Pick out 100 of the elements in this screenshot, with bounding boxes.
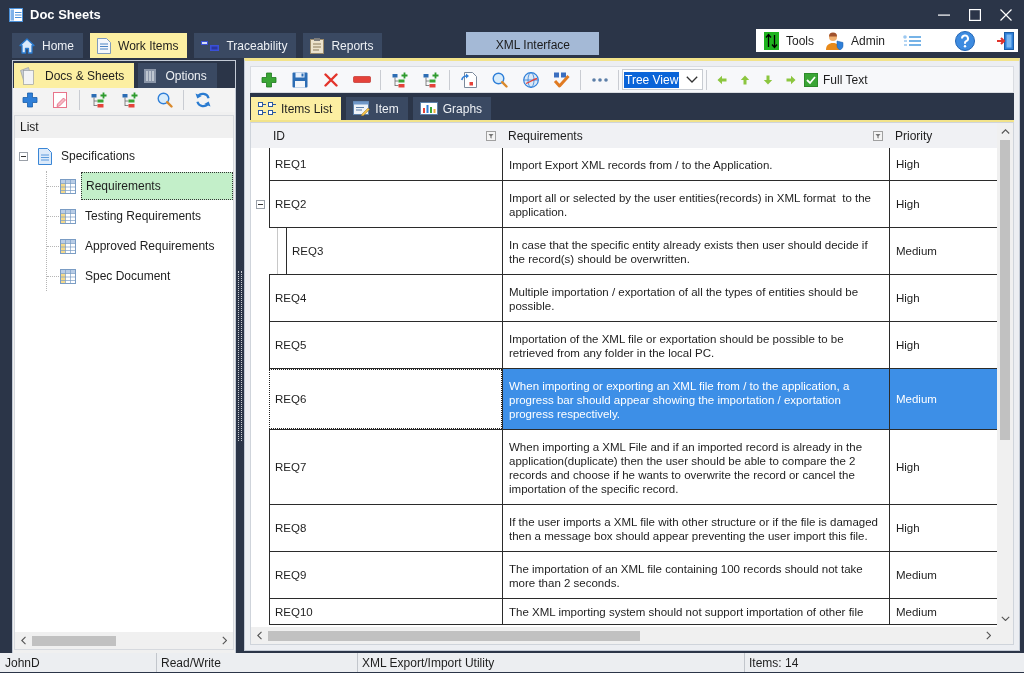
column-header[interactable]: Requirements	[502, 123, 889, 148]
plus-icon	[21, 92, 38, 108]
exit-icon	[997, 31, 1015, 50]
table-cell: If the user imports a XML file with other structure or if the file is damaged then a message box should appear preventing the user import this file.	[502, 505, 889, 552]
arrow-down-icon	[762, 74, 773, 85]
papers-icon	[20, 66, 36, 85]
context-tab-group: XML Interface	[466, 32, 600, 55]
status-text: XML Export/Import Utility	[358, 653, 745, 672]
view-select[interactable]: Tree View	[622, 69, 703, 90]
sort-arrows-icon	[764, 31, 779, 50]
document-icon	[38, 147, 52, 165]
minus-icon	[352, 76, 371, 83]
close-icon	[999, 8, 1012, 21]
table-icon	[60, 208, 76, 224]
list-header: List	[15, 116, 233, 138]
table-icon	[60, 238, 76, 254]
tree-item[interactable]: Requirements	[81, 172, 233, 200]
checkbox[interactable]	[804, 72, 818, 87]
chevron-down-icon	[1000, 616, 1010, 621]
checkbox-label: Full Text	[823, 71, 868, 89]
table-cell: In case that the specific entity already exists then user should decide if the record(s) should be overwritten.	[502, 228, 889, 275]
list-icon	[903, 34, 922, 47]
table-cell: When importing or exporting an XML file from / to the application, a progress bar should appear showing the importation / exportation progress respectively.	[502, 369, 889, 430]
tree-add-icon	[391, 71, 408, 88]
column-header[interactable]: Priority	[889, 123, 997, 148]
chevron-right-icon	[986, 631, 991, 640]
delete-icon	[323, 72, 338, 87]
edit-icon	[53, 92, 68, 108]
tree-item[interactable]: Specifications	[57, 143, 140, 169]
status-text: Items: 14	[748, 654, 800, 672]
tab[interactable]: Reports	[303, 33, 383, 58]
table-cell: Multiple importation / exportation of all the types of entities should be possible.	[502, 275, 889, 322]
table-cell: The importation of an XML file containing 100 records should not take more than 2 seconds.	[502, 552, 889, 599]
search-icon	[491, 71, 508, 88]
globe-icon	[522, 71, 539, 88]
table-cell: REQ10	[269, 599, 502, 624]
tab[interactable]: Work Items	[90, 33, 188, 58]
filter-icon[interactable]	[873, 130, 883, 141]
bar-chart-icon	[419, 102, 438, 115]
splitter-handle[interactable]	[238, 270, 242, 441]
filter-icon[interactable]	[486, 130, 496, 141]
tree-add-icon	[90, 92, 107, 108]
table-cell: Import Export XML records from / to the Application.	[502, 148, 889, 181]
tree-item[interactable]: Approved Requirements	[81, 232, 233, 260]
plus-icon	[260, 71, 277, 88]
arrow-right-icon	[785, 74, 796, 85]
app-icon	[9, 7, 23, 22]
table-icon	[60, 178, 76, 194]
tab[interactable]: Options	[138, 63, 217, 88]
table-cell: REQ7	[269, 430, 502, 504]
clipboard-icon	[310, 37, 325, 54]
tab[interactable]: Traceability	[194, 33, 297, 58]
table-cell: When importing a XML File and if an imported record is already in the application(duplicate) then the user should be able to compare the 2 records and choose if he wants to overwrite the record or cancel the importation of the specific record.	[502, 430, 889, 505]
scrollbar-thumb[interactable]	[268, 630, 640, 641]
help-button[interactable]	[955, 30, 976, 51]
more-icon	[591, 77, 608, 82]
import-icon	[460, 71, 477, 88]
tree-add-icon	[422, 71, 439, 88]
tree-item[interactable]: Spec Document	[81, 262, 233, 290]
refresh-icon	[194, 92, 211, 108]
table-icon	[60, 268, 76, 284]
chevron-down-icon	[686, 76, 698, 83]
collapse-icon[interactable]	[19, 151, 28, 161]
table-cell: REQ5	[269, 322, 502, 368]
table-cell: REQ2	[269, 181, 502, 227]
table-cell: Import all or selected by the user entities(records) in XML format to the application.	[502, 181, 889, 228]
table-cell: REQ8	[269, 505, 502, 551]
table-cell: REQ3	[286, 228, 502, 274]
tab[interactable]: Items List	[251, 97, 342, 120]
chevron-left-icon	[21, 636, 26, 645]
table-cell: REQ1	[269, 148, 502, 180]
window-title: Doc Sheets	[30, 5, 101, 24]
scrollbar-thumb[interactable]	[1000, 140, 1010, 440]
chevron-right-icon	[222, 636, 227, 645]
maximize-icon	[968, 8, 981, 21]
tab[interactable]: Graphs	[412, 97, 492, 120]
toolbar-button[interactable]: Tools	[764, 31, 814, 50]
tab[interactable]: Item	[346, 97, 408, 120]
checkmark-icon	[553, 71, 570, 88]
tree-add-icon	[121, 92, 138, 108]
status-text: JohnD	[0, 653, 157, 672]
column-header[interactable]: ID	[269, 123, 502, 148]
grid-list-icon	[258, 102, 276, 115]
exit-button[interactable]	[997, 31, 1015, 50]
linked-blocks-icon	[201, 40, 220, 51]
collapse-icon[interactable]	[255, 200, 265, 209]
tab[interactable]: Docs & Sheets	[14, 63, 135, 88]
toolbar-button[interactable]: Admin	[826, 31, 886, 50]
tree-item[interactable]: Testing Requirements	[81, 202, 233, 230]
table-cell: Medium	[889, 369, 997, 430]
table-cell: REQ9	[269, 552, 502, 598]
chevron-up-icon	[1000, 129, 1010, 134]
tab[interactable]: Home	[12, 33, 83, 58]
document-icon	[97, 37, 111, 54]
minimize-icon	[937, 13, 950, 16]
status-text: Read/Write	[157, 653, 358, 672]
columns-icon	[144, 68, 157, 83]
chevron-left-icon	[257, 631, 262, 640]
scrollbar-thumb[interactable]	[32, 635, 116, 646]
list-button[interactable]	[903, 34, 922, 47]
